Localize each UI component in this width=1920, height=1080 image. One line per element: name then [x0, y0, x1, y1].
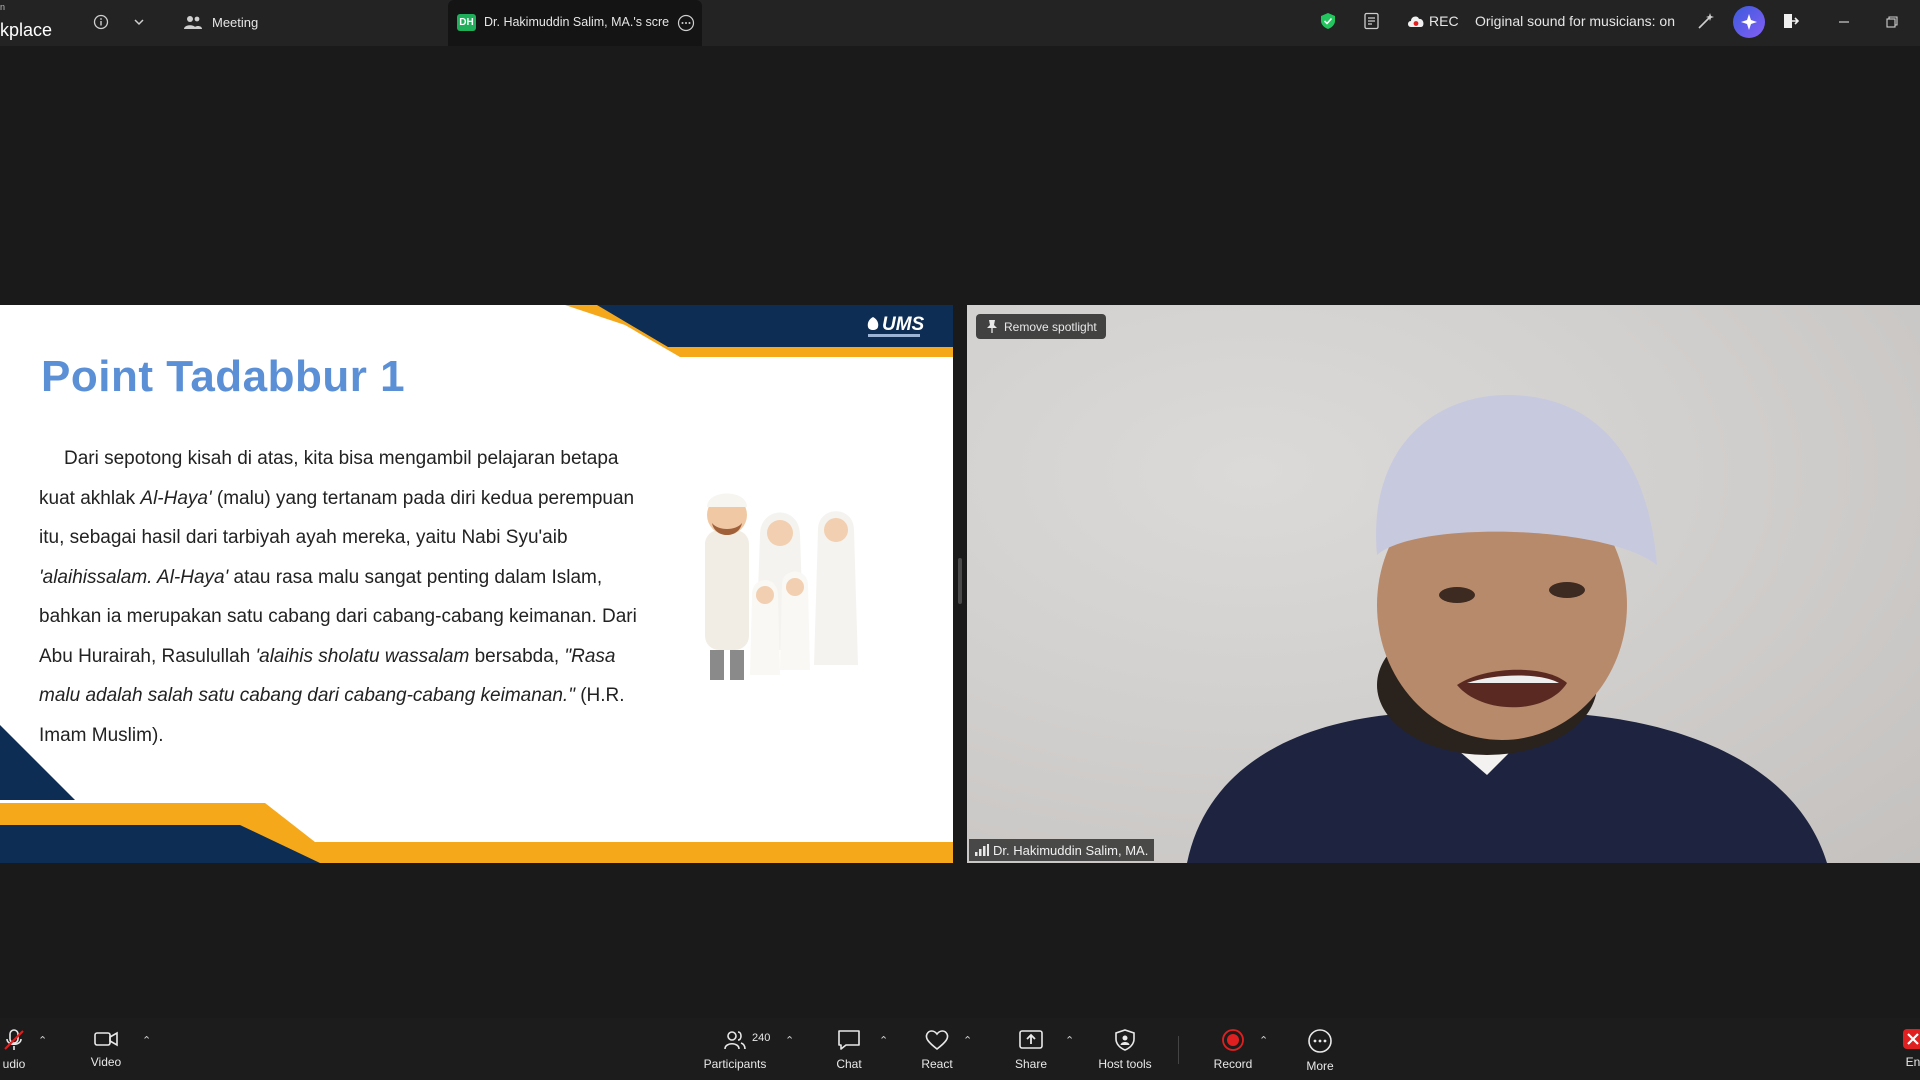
ai-companion-button[interactable]	[1733, 6, 1765, 38]
pin-icon	[987, 320, 997, 333]
leave-door-icon[interactable]	[1781, 11, 1801, 31]
react-options-caret[interactable]: ⌃	[963, 1034, 972, 1047]
encryption-shield-icon[interactable]	[1318, 11, 1338, 31]
split-resize-handle[interactable]	[958, 558, 962, 604]
app-title-small: n	[0, 2, 6, 12]
info-icon[interactable]	[92, 13, 110, 31]
heart-icon	[925, 1030, 949, 1051]
meeting-tab-label[interactable]: Meeting	[212, 15, 258, 30]
participants-count: 240	[752, 1032, 771, 1044]
ums-logo: UMS	[866, 314, 924, 336]
video-camera-icon	[94, 1031, 118, 1047]
more-button[interactable]: More	[1298, 1018, 1342, 1080]
chat-options-caret[interactable]: ⌃	[879, 1034, 888, 1047]
shared-screen-slide: UMS Point Tadabbur 1 Dari sepotong kisah…	[0, 305, 953, 863]
notes-icon[interactable]	[1362, 11, 1382, 31]
speaker-video-feed	[1187, 395, 1827, 863]
magic-wand-icon[interactable]	[1696, 11, 1716, 31]
chevron-down-icon[interactable]	[131, 13, 147, 31]
family-illustration	[705, 493, 858, 680]
video-button[interactable]: Video	[84, 1018, 128, 1080]
participant-name-tag: Dr. Hakimuddin Salim, MA.	[969, 839, 1155, 861]
ums-logo-subtitle	[868, 334, 920, 337]
participants-options-caret[interactable]: ⌃	[785, 1034, 794, 1047]
slide-title: Point Tadabbur 1	[41, 352, 406, 401]
chat-button[interactable]: Chat	[826, 1018, 872, 1080]
share-button[interactable]: Share	[1008, 1018, 1054, 1080]
original-sound-status[interactable]: Original sound for musicians: on	[1475, 13, 1675, 29]
app-title: kplace	[0, 20, 53, 40]
microphone-muted-icon	[4, 1029, 24, 1050]
record-icon	[1222, 1029, 1244, 1051]
more-options-icon[interactable]	[676, 13, 696, 33]
participants-button[interactable]: Participants	[700, 1018, 770, 1080]
slide-body-text: Dari sepotong kisah di atas, kita bisa m…	[39, 448, 637, 746]
audio-button[interactable]: udio	[0, 1018, 34, 1080]
minimize-icon[interactable]	[1834, 12, 1854, 32]
chat-bubble-icon	[838, 1030, 860, 1050]
screen-share-tab-label[interactable]: Dr. Hakimuddin Salim, MA.'s scre	[484, 15, 669, 29]
cloud-record-icon[interactable]	[1405, 12, 1427, 30]
end-meeting-button[interactable]: En	[1898, 1018, 1920, 1080]
end-x-icon	[1903, 1029, 1920, 1049]
more-ellipsis-icon	[1308, 1029, 1332, 1053]
record-button[interactable]: Record	[1210, 1018, 1256, 1080]
share-options-caret[interactable]: ⌃	[1065, 1034, 1074, 1047]
title-bar: n kplace Meeting DH Dr. Hakimuddin Salim…	[0, 0, 1920, 46]
record-options-caret[interactable]: ⌃	[1259, 1034, 1268, 1047]
audio-options-caret[interactable]: ⌃	[38, 1034, 47, 1047]
presenter-avatar: DH	[457, 14, 476, 31]
ums-emblem-icon	[867, 317, 879, 330]
meeting-toolbar: udio ⌃ Video ⌃ Participants 240 ⌃ Chat ⌃…	[0, 1018, 1920, 1080]
remove-spotlight-button[interactable]: Remove spotlight	[976, 314, 1106, 339]
video-options-caret[interactable]: ⌃	[142, 1034, 151, 1047]
participants-icon	[724, 1031, 746, 1050]
restore-window-icon[interactable]	[1882, 12, 1902, 32]
rec-label[interactable]: REC	[1429, 13, 1459, 29]
react-button[interactable]: React	[914, 1018, 960, 1080]
toolbar-separator	[1178, 1036, 1179, 1064]
shield-icon	[1115, 1029, 1135, 1051]
meeting-participants-icon[interactable]	[183, 13, 203, 31]
sparkle-icon	[1741, 14, 1757, 30]
meeting-stage: UMS Point Tadabbur 1 Dari sepotong kisah…	[0, 46, 1920, 1018]
host-tools-button[interactable]: Host tools	[1094, 1018, 1156, 1080]
share-screen-icon	[1019, 1030, 1043, 1049]
signal-strength-icon	[975, 844, 989, 856]
speaker-video-tile[interactable]: Remove spotlight Dr. Hakimuddin Salim, M…	[967, 305, 1920, 863]
